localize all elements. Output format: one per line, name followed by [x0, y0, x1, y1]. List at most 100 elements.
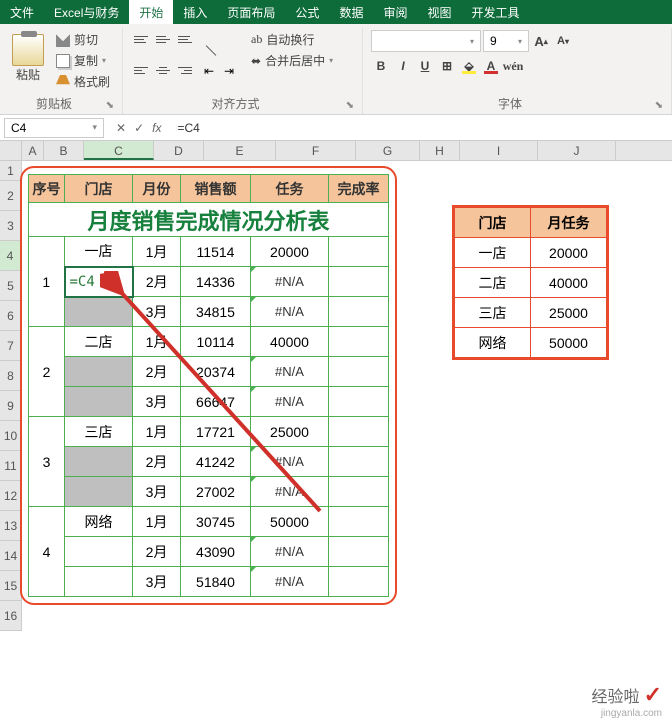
cell-sales[interactable]: 41242 [181, 447, 251, 477]
cell-rate[interactable] [329, 357, 389, 387]
cell-task[interactable]: #N/A [251, 537, 329, 567]
cell-task[interactable]: #N/A [251, 567, 329, 597]
wrap-text-button[interactable]: ab自动换行 [247, 30, 337, 49]
chevron-down-icon[interactable]: ▾ [92, 122, 97, 133]
phonetic-button[interactable]: wén [503, 56, 523, 76]
col-month[interactable]: 月份 [133, 175, 181, 203]
cell-month[interactable]: 1月 [133, 327, 181, 357]
paste-button[interactable]: 粘贴 [8, 30, 48, 91]
col-store[interactable]: 门店 [65, 175, 133, 203]
row-header-6[interactable]: 6 [0, 301, 22, 331]
table-row[interactable]: 3月66647#N/A [29, 387, 389, 417]
col-rate[interactable]: 完成率 [329, 175, 389, 203]
cell-rate[interactable] [329, 237, 389, 267]
indent-increase-button[interactable]: ⇥ [221, 62, 241, 80]
col-header-E[interactable]: E [204, 141, 276, 160]
cell-store[interactable]: 三店 [65, 417, 133, 447]
cell-sales[interactable]: 30745 [181, 507, 251, 537]
tab-file[interactable]: 文件 [0, 0, 44, 24]
accept-formula-button[interactable]: ✓ [134, 121, 144, 135]
cell-store[interactable]: 二店 [455, 268, 531, 298]
cell-rate[interactable] [329, 567, 389, 597]
cell-rate[interactable] [329, 537, 389, 567]
cell-rate[interactable] [329, 297, 389, 327]
table-row[interactable]: 3月34815#N/A [29, 297, 389, 327]
cell-store[interactable]: 一店 [455, 238, 531, 268]
table-row[interactable]: 4网络1月3074550000 [29, 507, 389, 537]
cell-task[interactable]: 20000 [531, 238, 607, 268]
table-row[interactable]: 网络50000 [455, 328, 607, 358]
cell-task[interactable]: #N/A [251, 267, 329, 297]
cut-button[interactable]: 剪切 [52, 30, 114, 49]
cell-rate[interactable] [329, 267, 389, 297]
cell-task[interactable]: 25000 [531, 298, 607, 328]
row-header-3[interactable]: 3 [0, 211, 22, 241]
cell-task[interactable]: 50000 [251, 507, 329, 537]
cell-task[interactable]: #N/A [251, 447, 329, 477]
align-middle-button[interactable] [153, 30, 173, 48]
cell-store[interactable]: 三店 [455, 298, 531, 328]
tab-custom[interactable]: Excel与财务 [44, 0, 129, 24]
cell-task[interactable]: #N/A [251, 387, 329, 417]
col-header-corner[interactable] [0, 141, 22, 160]
cell-month[interactable]: 3月 [133, 567, 181, 597]
row-header-1[interactable]: 1 [0, 161, 22, 181]
column-headers[interactable]: ABCDEFGHIJ [0, 141, 672, 161]
cell-store-empty[interactable] [65, 447, 133, 477]
tab-dev[interactable]: 开发工具 [461, 0, 529, 24]
tab-review[interactable]: 审阅 [373, 0, 417, 24]
cell-store[interactable]: 一店 [65, 237, 133, 267]
fx-button[interactable]: fx [152, 121, 161, 135]
cell-seq[interactable]: 3 [29, 417, 65, 507]
cell-task[interactable]: 40000 [531, 268, 607, 298]
row-header-11[interactable]: 11 [0, 451, 22, 481]
table-row[interactable]: 2月20374#N/A [29, 357, 389, 387]
row-header-9[interactable]: 9 [0, 391, 22, 421]
cell-store-empty[interactable] [65, 567, 133, 597]
col-header-J[interactable]: J [538, 141, 616, 160]
table-row[interactable]: 3月51840#N/A [29, 567, 389, 597]
cell-task[interactable]: 40000 [251, 327, 329, 357]
table-row[interactable]: 2二店1月1011440000 [29, 327, 389, 357]
side-col-store[interactable]: 门店 [455, 208, 531, 238]
font-color-button[interactable]: A [481, 56, 501, 76]
row-header-5[interactable]: 5 [0, 271, 22, 301]
cell-rate[interactable] [329, 387, 389, 417]
border-button[interactable]: ⊞ [437, 56, 457, 76]
col-header-I[interactable]: I [460, 141, 538, 160]
tab-data[interactable]: 数据 [329, 0, 373, 24]
cell-store[interactable]: 网络 [455, 328, 531, 358]
clipboard-launcher-icon[interactable]: ⬊ [100, 100, 114, 114]
align-center-button[interactable] [153, 62, 173, 80]
tab-view[interactable]: 视图 [417, 0, 461, 24]
row-header-7[interactable]: 7 [0, 331, 22, 361]
row-header-13[interactable]: 13 [0, 511, 22, 541]
cell-sales[interactable]: 20374 [181, 357, 251, 387]
cell-month[interactable]: 2月 [133, 357, 181, 387]
row-header-12[interactable]: 12 [0, 481, 22, 511]
indent-decrease-button[interactable]: ⇤ [201, 62, 221, 80]
cell-sales[interactable]: 34815 [181, 297, 251, 327]
editing-cell[interactable]: =C4 [65, 267, 133, 297]
bold-button[interactable]: B [371, 56, 391, 76]
cell-store-empty[interactable] [65, 537, 133, 567]
cell-rate[interactable] [329, 477, 389, 507]
col-header-H[interactable]: H [420, 141, 460, 160]
cell-store[interactable]: 网络 [65, 507, 133, 537]
increase-font-button[interactable]: A▴ [531, 31, 551, 51]
table-row[interactable]: 1一店1月1151420000 [29, 237, 389, 267]
col-seq[interactable]: 序号 [29, 175, 65, 203]
cell-task[interactable]: 20000 [251, 237, 329, 267]
tab-formula[interactable]: 公式 [285, 0, 329, 24]
cell-seq[interactable]: 2 [29, 327, 65, 417]
fill-color-button[interactable]: ⬙ [459, 56, 479, 76]
cell-month[interactable]: 2月 [133, 267, 181, 297]
cell-rate[interactable] [329, 507, 389, 537]
table-row[interactable]: 一店20000 [455, 238, 607, 268]
table-row[interactable]: 2月41242#N/A [29, 447, 389, 477]
main-table[interactable]: 月度销售完成情况分析表 序号 门店 月份 销售额 任务 完成率 1一店1月115… [28, 174, 389, 597]
table-row[interactable]: =C42月14336#N/A [29, 267, 389, 297]
cell-sales[interactable]: 14336 [181, 267, 251, 297]
cell-sales[interactable]: 66647 [181, 387, 251, 417]
tab-insert[interactable]: 插入 [173, 0, 217, 24]
